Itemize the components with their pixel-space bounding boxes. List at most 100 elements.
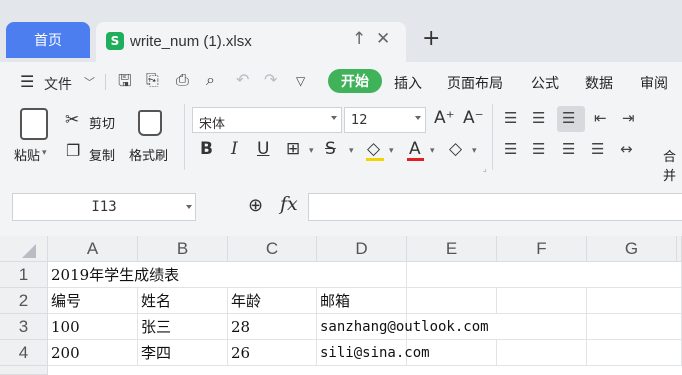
- increase-indent-icon[interactable]: ⇥: [622, 109, 635, 127]
- cell-e1[interactable]: [407, 262, 682, 288]
- select-all-corner[interactable]: [0, 236, 48, 262]
- align-bottom-icon[interactable]: ☰: [562, 109, 575, 127]
- border-dropdown-icon[interactable]: ▾: [309, 146, 314, 156]
- cell-d4[interactable]: sili@sina.com: [317, 340, 430, 366]
- italic-icon[interactable]: I: [231, 139, 238, 159]
- bold-icon[interactable]: B: [200, 139, 213, 159]
- tab-review[interactable]: 审阅: [640, 73, 668, 93]
- cell-g4[interactable]: [587, 340, 682, 366]
- cell-g2[interactable]: [587, 288, 682, 314]
- save-icon[interactable]: 🖫: [118, 70, 132, 97]
- cell-f2[interactable]: [497, 288, 587, 314]
- format-painter-button[interactable]: 格式刷: [129, 145, 168, 164]
- export-icon[interactable]: ⎘: [146, 70, 159, 90]
- format-painter-icon[interactable]: [138, 110, 162, 136]
- decrease-font-size-icon[interactable]: A⁻: [463, 108, 484, 128]
- print-icon[interactable]: ⎙: [176, 70, 189, 90]
- border-icon[interactable]: ⊞: [286, 139, 300, 159]
- strikethrough-dropdown-icon[interactable]: ▾: [349, 146, 354, 156]
- cell-f4[interactable]: [497, 340, 587, 366]
- cell-a3[interactable]: 100: [48, 314, 138, 340]
- cell-e2[interactable]: [407, 288, 497, 314]
- paste-button[interactable]: 粘贴: [14, 145, 40, 164]
- font-dialog-launcher-icon[interactable]: ⌟: [483, 164, 487, 173]
- column-header-h[interactable]: [677, 236, 682, 262]
- decrease-indent-icon[interactable]: ⇤: [594, 109, 607, 127]
- undo-icon[interactable]: ↶: [236, 70, 249, 89]
- tab-home[interactable]: 首页: [6, 22, 90, 58]
- tab-start[interactable]: 开始: [328, 69, 382, 93]
- font-name-select[interactable]: 宋体: [192, 107, 342, 133]
- tab-page-layout[interactable]: 页面布局: [447, 73, 503, 93]
- tab-document[interactable]: S write_num (1).xlsx ↑ ✕: [96, 22, 406, 62]
- font-color-icon[interactable]: A: [409, 139, 421, 159]
- tab-formulas[interactable]: 公式: [531, 73, 559, 93]
- cut-button[interactable]: 剪切: [89, 113, 115, 132]
- column-header-e[interactable]: E: [407, 236, 497, 262]
- tab-data[interactable]: 数据: [585, 73, 613, 93]
- chevron-down-icon[interactable]: ﹀: [84, 74, 95, 90]
- tab-insert[interactable]: 插入: [394, 73, 422, 93]
- font-color-dropdown-icon[interactable]: ▾: [430, 146, 435, 156]
- column-header-c[interactable]: C: [228, 236, 317, 262]
- distributed-align-icon[interactable]: ↔: [620, 140, 633, 158]
- cell-a2[interactable]: 编号: [48, 288, 138, 314]
- row-header-2[interactable]: 2: [0, 288, 48, 314]
- increase-font-size-icon[interactable]: A⁺: [434, 108, 455, 128]
- row-header-5[interactable]: [0, 366, 48, 375]
- redo-icon[interactable]: ↷: [264, 70, 277, 89]
- upload-arrow-icon[interactable]: ↑: [352, 29, 366, 49]
- column-header-d[interactable]: D: [317, 236, 407, 262]
- cell-c3[interactable]: 28: [228, 314, 317, 340]
- eraser-icon[interactable]: ◇: [449, 139, 462, 159]
- row-header-1[interactable]: 1: [0, 262, 48, 288]
- name-box-dropdown-icon[interactable]: [186, 205, 192, 209]
- align-top-icon[interactable]: ☰: [504, 109, 517, 127]
- cell-e3[interactable]: [407, 314, 497, 340]
- column-header-f[interactable]: F: [497, 236, 587, 262]
- name-box[interactable]: I13: [12, 193, 196, 221]
- copy-button[interactable]: 复制: [89, 145, 115, 164]
- cell-a4[interactable]: 200: [48, 340, 138, 366]
- fill-color-dropdown-icon[interactable]: ▾: [389, 146, 394, 156]
- merge-center-button[interactable]: 合并: [663, 146, 682, 184]
- cell-c2[interactable]: 年龄: [228, 288, 317, 314]
- formula-input[interactable]: [308, 193, 682, 221]
- customize-toolbar-icon[interactable]: ▽: [296, 74, 305, 88]
- close-tab-icon[interactable]: ✕: [376, 29, 390, 49]
- clear-dropdown-icon[interactable]: ▾: [472, 146, 477, 156]
- justify-icon[interactable]: ☰: [591, 140, 604, 158]
- cell-d2[interactable]: 邮箱: [317, 288, 407, 314]
- strikethrough-icon[interactable]: S: [325, 139, 336, 159]
- paste-dropdown-icon[interactable]: ▾: [42, 148, 47, 158]
- column-header-b[interactable]: B: [138, 236, 228, 262]
- copy-icon[interactable]: ❐: [66, 141, 80, 160]
- row-header-3[interactable]: 3: [0, 314, 48, 340]
- print-preview-icon[interactable]: ⌕: [206, 70, 215, 90]
- cell-f3[interactable]: [497, 314, 587, 340]
- column-header-a[interactable]: A: [48, 236, 138, 262]
- align-middle-icon[interactable]: ☰: [532, 109, 545, 127]
- font-size-select[interactable]: 12: [344, 107, 426, 133]
- cell-b2[interactable]: 姓名: [138, 288, 228, 314]
- insert-function-icon[interactable]: fx: [280, 193, 298, 215]
- cell-b3[interactable]: 张三: [138, 314, 228, 340]
- align-center-icon[interactable]: ☰: [532, 140, 545, 158]
- cell-e4[interactable]: [407, 340, 497, 366]
- zoom-icon[interactable]: ⊕: [248, 195, 263, 216]
- cell-a1[interactable]: 2019年学生成绩表: [48, 262, 407, 288]
- file-menu[interactable]: 文件: [44, 74, 72, 94]
- hamburger-icon[interactable]: ☰: [20, 72, 34, 91]
- column-header-g[interactable]: G: [587, 236, 677, 262]
- row-header-4[interactable]: 4: [0, 340, 48, 366]
- fill-color-icon[interactable]: ◇: [367, 139, 380, 159]
- cell-d3[interactable]: sanzhang@outlook.com: [317, 314, 489, 340]
- new-tab-button[interactable]: +: [422, 28, 440, 50]
- align-left-icon[interactable]: ☰: [504, 140, 517, 158]
- align-right-icon[interactable]: ☰: [562, 140, 575, 158]
- cell-b4[interactable]: 李四: [138, 340, 228, 366]
- paste-icon[interactable]: [20, 108, 48, 140]
- underline-icon[interactable]: U: [257, 139, 269, 159]
- scissors-icon[interactable]: ✂: [65, 110, 79, 130]
- cell-c4[interactable]: 26: [228, 340, 317, 366]
